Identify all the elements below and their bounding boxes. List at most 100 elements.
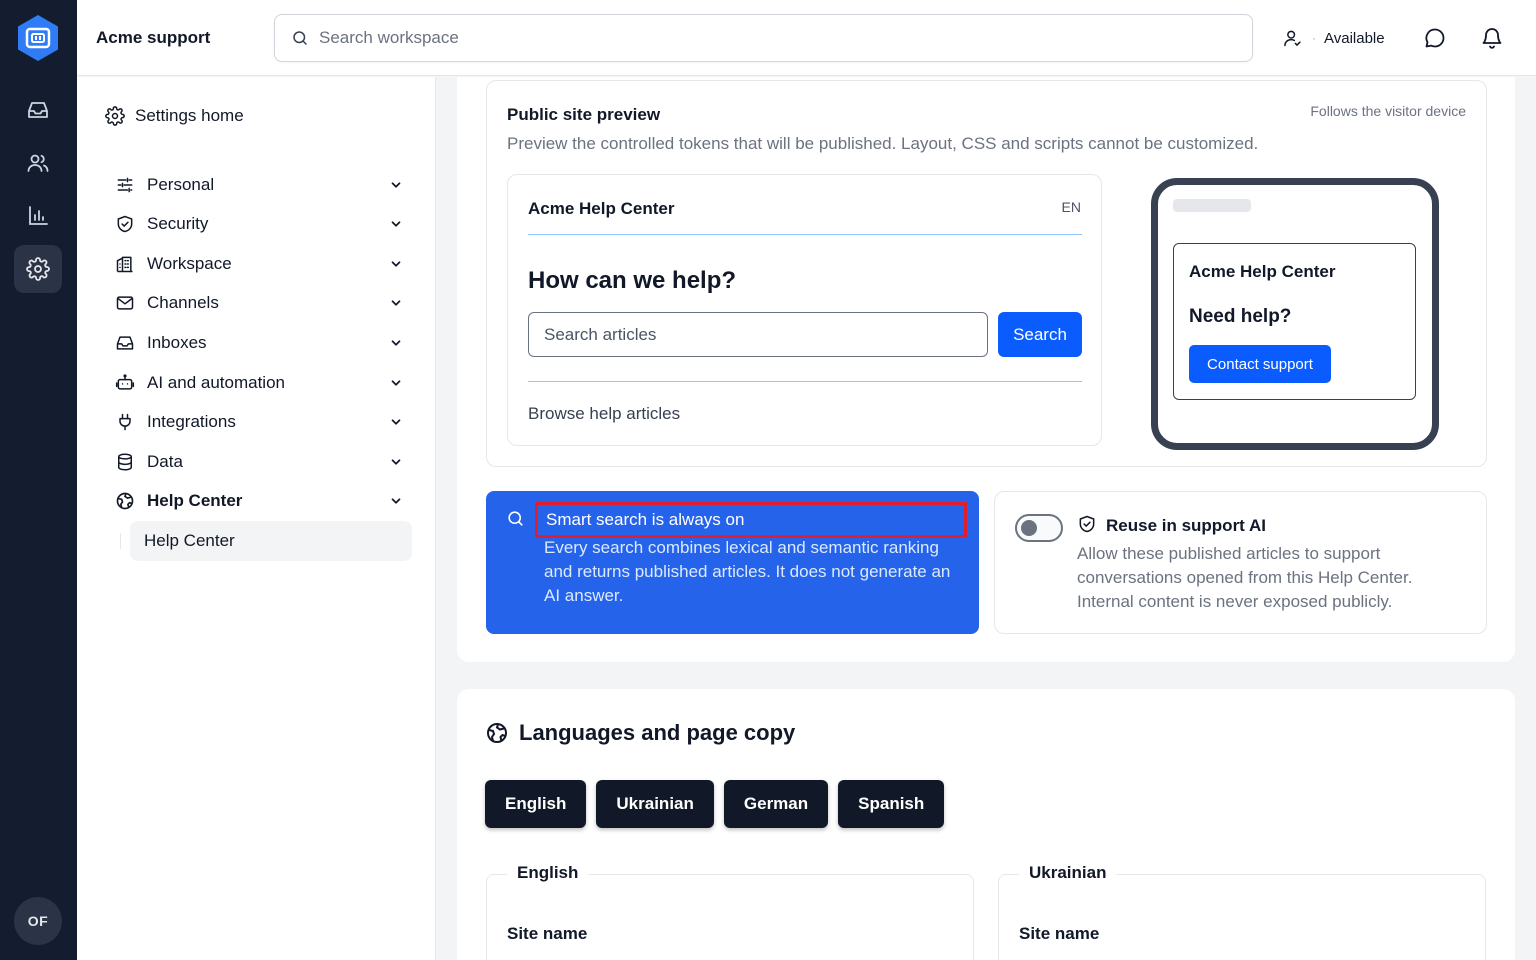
- app-rail: OF: [0, 0, 77, 960]
- shield-icon: [1077, 514, 1097, 534]
- status-separator: ·: [1312, 31, 1316, 45]
- mobile-site-title: Acme Help Center: [1189, 262, 1336, 281]
- nav-item-label: Channels: [147, 293, 219, 312]
- building-icon: [115, 254, 135, 274]
- mobile-preview: Acme Help Center Need help? Contact supp…: [1151, 178, 1439, 450]
- app-title: Acme support: [96, 28, 211, 47]
- mobile-preview-content: Acme Help Center Need help? Contact supp…: [1173, 243, 1416, 400]
- chevron-down-icon: [389, 455, 403, 469]
- nav-item-label: Personal: [147, 175, 215, 194]
- language-tab-english[interactable]: English: [485, 780, 587, 828]
- chevron-down-icon: [389, 376, 403, 390]
- nav-subitem-help-center[interactable]: Help Center: [130, 521, 412, 561]
- nav-item-label: Help Center: [147, 491, 243, 510]
- nav-item-label: Workspace: [147, 254, 232, 273]
- chevron-down-icon: [389, 415, 403, 429]
- rail-contacts-button[interactable]: [14, 139, 62, 187]
- search-icon: [291, 29, 309, 47]
- english-copy-section: English Site name: [486, 863, 974, 960]
- preview-description: Preview the controlled tokens that will …: [507, 134, 1259, 153]
- main-content: Public site preview Follows the visitor …: [436, 77, 1536, 960]
- desktop-search-button: Search: [998, 312, 1082, 357]
- smart-search-title: Smart search is always on: [535, 502, 967, 538]
- desktop-browse-link: Browse help articles: [528, 404, 681, 423]
- divider: [528, 381, 1082, 382]
- rail-inbox-button[interactable]: [14, 86, 62, 134]
- public-site-preview-card: Public site preview Follows the visitor …: [486, 80, 1487, 467]
- chart-icon: [26, 204, 50, 228]
- gear-icon: [105, 106, 125, 126]
- user-avatar[interactable]: OF: [14, 897, 62, 945]
- users-icon: [26, 151, 50, 175]
- nav-item-security[interactable]: Security: [115, 208, 403, 240]
- desktop-hero-heading: How can we help?: [528, 267, 737, 294]
- desktop-site-title: Acme Help Center: [528, 199, 675, 218]
- site-name-label: Site name: [1019, 924, 1100, 943]
- inbox-icon: [115, 333, 135, 353]
- database-icon: [115, 452, 135, 472]
- site-name-label: Site name: [507, 924, 588, 943]
- chevron-down-icon: [389, 178, 403, 192]
- settings-home-link[interactable]: Settings home: [105, 106, 244, 126]
- workspace-search[interactable]: [274, 14, 1253, 62]
- section-legend: Ukrainian: [1019, 863, 1117, 883]
- nav-item-channels[interactable]: Channels: [115, 287, 403, 319]
- nav-item-inboxes[interactable]: Inboxes: [115, 327, 403, 359]
- ukrainian-copy-section: Ukrainian Site name: [998, 863, 1486, 960]
- bell-icon[interactable]: [1480, 26, 1504, 50]
- nav-item-label: Security: [147, 214, 209, 233]
- nav-item-personal[interactable]: Personal: [115, 169, 403, 201]
- user-icon: [1282, 28, 1302, 48]
- nav-item-help-center[interactable]: Help Center: [115, 485, 403, 517]
- rail-settings-button[interactable]: [14, 245, 62, 293]
- reuse-ai-title: Reuse in support AI: [1106, 516, 1266, 535]
- desktop-article-search-input: Search articles: [528, 312, 988, 357]
- mobile-contact-button: Contact support: [1189, 345, 1331, 383]
- reuse-ai-toggle[interactable]: [1015, 514, 1063, 542]
- settings-nav: Settings home Personal Security Workspac…: [77, 77, 436, 960]
- languages-heading: Languages and page copy: [485, 720, 795, 746]
- desktop-preview: Acme Help Center EN How can we help? Sea…: [507, 174, 1102, 446]
- divider: [528, 234, 1082, 235]
- smart-search-card: Smart search is always on Every search c…: [486, 491, 979, 634]
- nav-item-integrations[interactable]: Integrations: [115, 406, 403, 438]
- section-legend: English: [507, 863, 589, 883]
- nav-item-workspace[interactable]: Workspace: [115, 248, 403, 280]
- reuse-ai-description: Allow these published articles to suppor…: [1077, 544, 1413, 611]
- nav-sub-indent-line: [120, 533, 121, 549]
- chevron-down-icon: [389, 336, 403, 350]
- mobile-hero-heading: Need help?: [1189, 306, 1292, 327]
- nav-item-data[interactable]: Data: [115, 446, 403, 478]
- language-tabs: English Ukrainian German Spanish: [485, 780, 945, 828]
- language-tab-german[interactable]: German: [723, 780, 829, 828]
- status-label: Available: [1324, 29, 1385, 47]
- toggle-knob: [1021, 520, 1037, 536]
- globe-icon: [115, 491, 135, 511]
- search-input[interactable]: [319, 28, 1219, 48]
- language-tab-spanish[interactable]: Spanish: [838, 780, 945, 828]
- nav-item-ai-automation[interactable]: AI and automation: [115, 367, 403, 399]
- smart-search-description: Every search combines lexical and semant…: [544, 538, 951, 605]
- settings-home-label: Settings home: [135, 106, 244, 125]
- languages-panel: Languages and page copy English Ukrainia…: [457, 689, 1515, 960]
- nav-item-label: Integrations: [147, 412, 236, 431]
- chevron-down-icon: [389, 296, 403, 310]
- gear-icon: [26, 257, 50, 281]
- availability-status[interactable]: · Available: [1282, 28, 1385, 48]
- globe-icon: [485, 721, 509, 745]
- app-logo-icon[interactable]: [16, 14, 60, 62]
- desktop-language-badge: EN: [1061, 199, 1081, 215]
- top-bar: Acme support · Available: [77, 0, 1536, 76]
- chat-icon[interactable]: [1423, 26, 1447, 50]
- preview-device-note: Follows the visitor device: [1310, 103, 1466, 119]
- chevron-down-icon: [389, 217, 403, 231]
- sliders-icon: [115, 175, 135, 195]
- nav-item-label: AI and automation: [147, 373, 285, 392]
- reuse-support-ai-card: Reuse in support AI Allow these publishe…: [994, 491, 1487, 634]
- chevron-down-icon: [389, 494, 403, 508]
- search-icon: [506, 509, 525, 528]
- phone-notch: [1173, 199, 1251, 212]
- rail-reports-button[interactable]: [14, 192, 62, 240]
- language-tab-ukrainian[interactable]: Ukrainian: [596, 780, 714, 828]
- languages-title: Languages and page copy: [519, 720, 796, 745]
